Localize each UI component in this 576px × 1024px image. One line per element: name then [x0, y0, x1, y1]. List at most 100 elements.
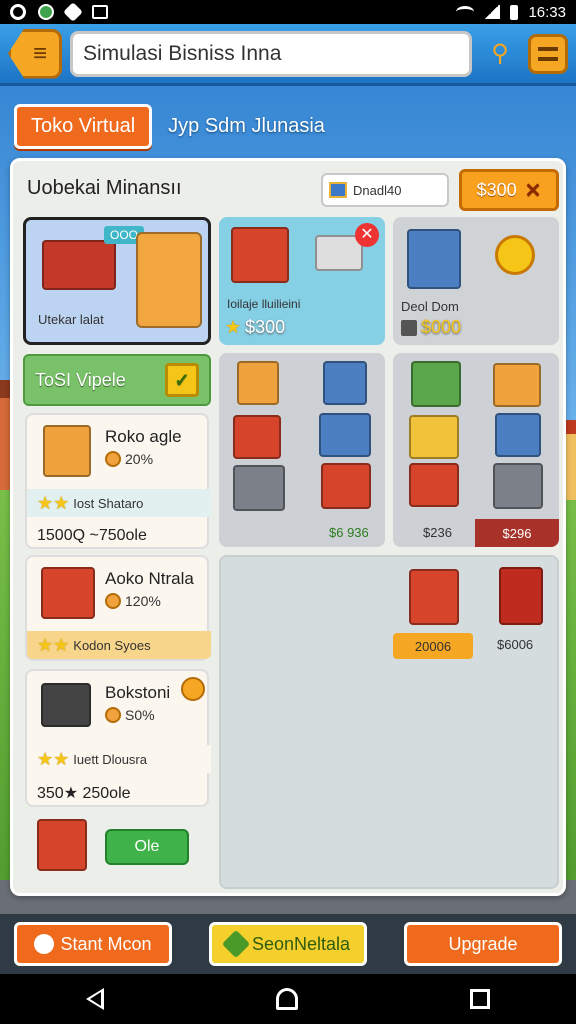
- product-label: Deol Dom: [401, 299, 459, 314]
- signal-icon: [484, 5, 501, 19]
- coin-icon: [105, 707, 121, 723]
- coin-icon: [105, 451, 121, 467]
- menu-button[interactable]: [528, 33, 568, 74]
- business-name: Roko agle: [105, 427, 182, 446]
- product-icon: [233, 415, 281, 459]
- close-icon: ✕: [524, 179, 542, 202]
- image-icon: [92, 5, 108, 19]
- start-button[interactable]: Stant Mcon: [14, 922, 172, 966]
- product-icon: [495, 413, 541, 457]
- back-button[interactable]: ≡: [8, 28, 62, 79]
- product-grid[interactable]: $236 $296: [393, 353, 559, 547]
- start-icon: [34, 934, 55, 954]
- search-button[interactable]: ⚲: [480, 34, 520, 74]
- business-name: Aoko Ntrala: [105, 569, 194, 588]
- product-icon: [411, 361, 461, 407]
- close-badge-icon[interactable]: ✕: [355, 223, 379, 247]
- star-icon: ★★: [37, 634, 70, 655]
- star-icon: ★: [225, 317, 242, 337]
- product-grid[interactable]: $6 936: [219, 353, 385, 547]
- storage-area[interactable]: 20006 $6006: [219, 555, 559, 889]
- business-item[interactable]: Roko agle 20% ★★ Iost Shataro 1500Q ~750o…: [25, 413, 211, 549]
- product-label: Ioilaje lluilieini: [227, 297, 301, 311]
- product-icon: [323, 361, 367, 405]
- business-rating: ★★ Iuett Dlousra: [27, 745, 211, 773]
- home-nav-icon[interactable]: [276, 988, 298, 1010]
- product-icon: [237, 361, 279, 405]
- star-icon: ★★: [37, 492, 70, 513]
- grid-price: $6 936: [329, 525, 369, 540]
- business-icon: [41, 567, 95, 619]
- business-item[interactable]: Bokstoni S0% ★★ Iuett Dlousra 350★ 250ole: [25, 669, 211, 807]
- globe-icon: [38, 4, 54, 20]
- ok-button[interactable]: Ole: [105, 829, 189, 865]
- wifi-icon: [456, 6, 475, 18]
- featured-label: Utekar lalat: [38, 312, 104, 327]
- title-field[interactable]: Simulasi Bisniss Inna: [70, 30, 472, 77]
- business-percent: 20%: [105, 451, 153, 467]
- status-bar: 16:33: [0, 0, 576, 24]
- coin-icon: [105, 593, 121, 609]
- business-name: Bokstoni: [105, 683, 171, 702]
- grid-price: $236: [423, 525, 452, 540]
- mode-subtitle: Jyp Sdm Jlunasia: [168, 115, 325, 137]
- mode-row: Toko Virtual Jyp Sdm Jlunasia: [14, 104, 325, 149]
- cart-icon: [499, 567, 543, 625]
- card-icon: [401, 319, 417, 336]
- featured-card[interactable]: OOO Utekar lalat: [23, 217, 211, 345]
- check-icon: [221, 929, 251, 959]
- product-icon: [233, 465, 285, 511]
- sidebar-tab[interactable]: ToSI Vipele ✓: [23, 354, 211, 406]
- toko-virtual-button[interactable]: Toko Virtual: [14, 104, 153, 149]
- storage-price: $6006: [497, 637, 534, 652]
- grid-price: $296: [475, 519, 559, 547]
- info-bubble-icon: [495, 235, 535, 275]
- display-case-icon: [407, 229, 461, 289]
- business-rating: ★★ Iost Shataro: [27, 489, 211, 517]
- business-icon: [43, 425, 91, 477]
- product-card[interactable]: Deol Dom $000: [393, 217, 559, 345]
- product-icon: [493, 463, 543, 509]
- business-footer: 350★ 250ole: [37, 785, 131, 802]
- product-icon: [493, 363, 541, 407]
- kiosk-icon: [409, 569, 459, 625]
- star-icon: ★★: [37, 748, 70, 769]
- business-item[interactable]: Aoko Ntrala 120% ★★ Kodon Syoes: [25, 555, 211, 661]
- product-card[interactable]: ✕ Ioilaje lluilieini ★ $300: [219, 217, 385, 345]
- gift-icon: [37, 819, 87, 871]
- business-footer: 1500Q ~750ole: [37, 527, 147, 544]
- system-navigation-bar: [0, 974, 576, 1024]
- top-bar: ≡ Simulasi Bisniss Inna ⚲: [0, 24, 576, 86]
- coin-icon: [136, 232, 202, 328]
- product-icon: [409, 463, 459, 507]
- upgrade-button[interactable]: Upgrade: [404, 922, 562, 966]
- recent-apps-icon[interactable]: [470, 989, 490, 1009]
- back-nav-icon[interactable]: [86, 988, 104, 1010]
- product-price: ★ $300: [225, 317, 286, 337]
- product-icon: [319, 413, 371, 457]
- notification-icon: [10, 4, 26, 20]
- flag-icon: [329, 182, 347, 198]
- battery-icon: [510, 4, 519, 20]
- search-icon: ⚲: [491, 40, 509, 67]
- product-icon: [409, 415, 459, 459]
- storage-price: 20006: [393, 633, 473, 659]
- menu-lines-icon: ≡: [32, 39, 47, 67]
- clock: 16:33: [528, 3, 566, 21]
- checkmark-icon: ✓: [165, 363, 199, 397]
- second-action-button[interactable]: SeonNeltala: [209, 922, 367, 966]
- business-percent: 120%: [105, 593, 161, 609]
- business-rating: ★★ Kodon Syoes: [27, 631, 211, 659]
- coin-button[interactable]: $300 ✕: [459, 169, 559, 211]
- bottom-bar: Stant Mcon SeonNeltala Upgrade: [0, 914, 576, 974]
- business-percent: S0%: [105, 707, 155, 723]
- product-icon: [321, 463, 371, 509]
- business-icon: [41, 683, 91, 727]
- panel-search-field[interactable]: Dnadl40: [321, 173, 449, 207]
- heart-icon: [63, 2, 83, 22]
- product-price: $000: [401, 317, 461, 338]
- info-icon[interactable]: [181, 677, 205, 701]
- market-stall-icon: [42, 240, 116, 290]
- tv-shop-icon: [231, 227, 289, 283]
- main-panel: Uobekai Minansıı Dnadl40 $300 ✕ OOO Uteka…: [10, 158, 566, 896]
